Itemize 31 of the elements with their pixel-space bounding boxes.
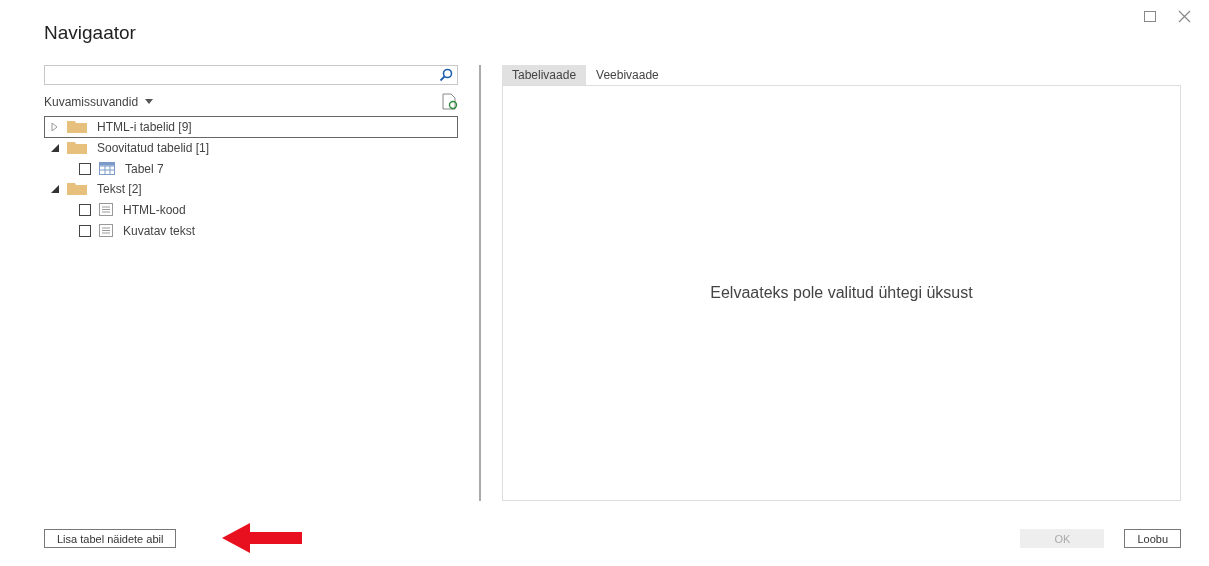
tree-item[interactable]: Tabel 7 — [44, 158, 458, 179]
window-title: Navigaator — [44, 22, 137, 44]
expanded-icon — [51, 185, 59, 193]
tab[interactable]: Tabelivaade — [502, 65, 587, 85]
table-icon — [99, 162, 115, 175]
cancel-button[interactable]: Loobu — [1124, 528, 1181, 548]
tree-item[interactable]: Tekst [2] — [44, 179, 458, 199]
tree-item[interactable]: HTML-i tabelid [9] — [44, 116, 458, 138]
folder-icon — [67, 142, 87, 154]
folder-icon — [67, 121, 87, 133]
search-icon[interactable] — [439, 68, 453, 82]
refresh-icon[interactable] — [442, 93, 458, 110]
close-icon[interactable] — [1178, 10, 1191, 23]
expanded-icon — [51, 144, 59, 152]
checkbox[interactable] — [79, 162, 91, 175]
display-options-dropdown[interactable]: Kuvamissuvandid — [44, 94, 154, 109]
document-icon — [99, 203, 113, 216]
maximize-icon[interactable] — [1144, 11, 1156, 22]
add-table-button[interactable]: Lisa tabel näidete abil — [44, 528, 177, 548]
search-field[interactable] — [44, 65, 458, 85]
checkbox[interactable] — [79, 203, 91, 216]
checkbox[interactable] — [79, 224, 91, 237]
tree-item[interactable]: Kuvatav tekst — [44, 220, 458, 241]
caret-icon — [145, 99, 154, 104]
empty-message: Eelvaateks pole valitud ühtegi üksust — [710, 283, 973, 302]
tree-item[interactable]: HTML-kood — [44, 199, 458, 220]
tab[interactable]: Veebivaade — [586, 65, 669, 85]
collapsed-icon — [51, 123, 59, 131]
tree-item[interactable]: Soovitatud tabelid [1] — [44, 138, 458, 158]
folder-icon — [67, 183, 87, 195]
document-icon — [99, 224, 113, 237]
